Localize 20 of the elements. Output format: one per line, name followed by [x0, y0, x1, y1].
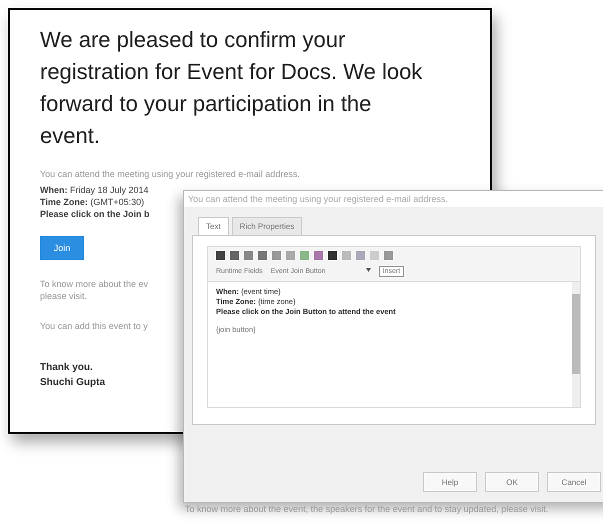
confirmation-heading: We are pleased to confirm your registration for Event for Docs. We look forward to your participation in the event. [40, 26, 424, 150]
info-text: To know more about the ev [40, 278, 148, 290]
dialog-header-text: You can attend the meeting using your registered e-mail address. [184, 191, 603, 207]
join-button[interactable]: Join [40, 236, 84, 260]
signoff-text: Shuchi Gupta [40, 376, 106, 390]
detail-line: Time Zone: (GMT+05:30) [40, 196, 144, 208]
detail-line: Please click on the Join b [40, 208, 150, 220]
dialog-button[interactable]: Cancel [547, 472, 601, 492]
add-event-text: You can add this event to y [40, 320, 148, 332]
signoff-text: Thank you. [40, 361, 94, 375]
tab[interactable]: Rich Properties [232, 217, 302, 235]
dialog-button[interactable]: Help [423, 472, 477, 492]
footer-text: To know more about the event, the speakers for the event and to stay updated, please visit. [185, 503, 550, 516]
tab[interactable]: Text [198, 217, 229, 235]
caret-icon [366, 268, 371, 272]
intro-text: You can attend the meeting using your registered e-mail address. [40, 168, 300, 180]
detail-line: When: Friday 18 July 2014 [40, 184, 149, 196]
scrollbar[interactable] [572, 282, 580, 407]
dialog-button[interactable]: OK [485, 472, 539, 492]
info-text: please visit. [40, 290, 88, 302]
